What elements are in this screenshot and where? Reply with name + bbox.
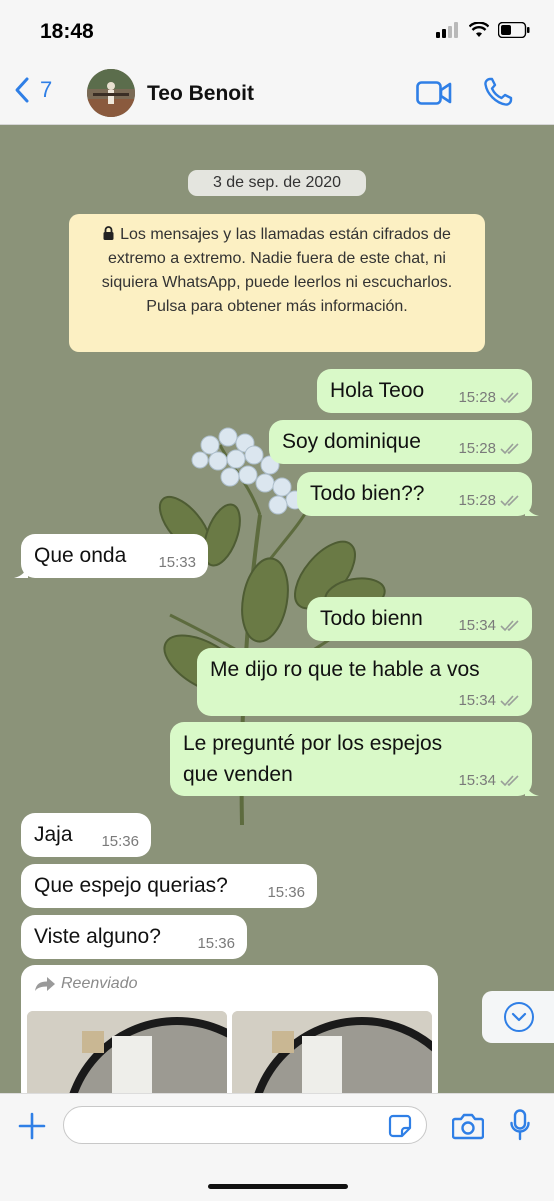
message-text: Que onda [34, 544, 127, 567]
camera-icon[interactable] [452, 1112, 484, 1140]
double-check-icon [500, 494, 519, 506]
wifi-icon [469, 22, 489, 37]
video-call-icon[interactable] [416, 80, 452, 106]
unread-count: 7 [40, 77, 53, 102]
avatar[interactable] [87, 69, 135, 117]
message-text: Viste alguno? [34, 925, 161, 948]
contact-name[interactable]: Teo Benoit [147, 82, 254, 106]
chat-area[interactable]: 3 de sep. de 2020 Los mensajes y las lla… [0, 125, 554, 1093]
double-check-icon [500, 391, 519, 403]
message-text: Hola Teoo [330, 379, 425, 402]
message-time: 15:36 [267, 884, 305, 901]
back-button[interactable]: 7 [14, 76, 52, 104]
message-time: 15:28 [458, 389, 496, 406]
avatar-image [87, 69, 135, 117]
scroll-to-bottom-button[interactable] [482, 991, 554, 1043]
status-icons [436, 22, 530, 38]
message-time: 15:28 [458, 492, 496, 509]
message-text: Todo bienn [320, 607, 423, 630]
forwarded-media-message[interactable]: Reenviado [21, 965, 438, 1093]
message-bubble[interactable]: Todo bienn 15:34 [307, 597, 532, 641]
message-time: 15:28 [458, 440, 496, 457]
plus-icon[interactable] [18, 1112, 46, 1140]
message-time: 15:36 [197, 935, 235, 952]
status-time: 18:48 [40, 20, 94, 43]
bubble-tail [525, 502, 539, 516]
message-text: Me dijo ro que te hable a vos [210, 658, 480, 681]
message-bubble[interactable]: Que onda 15:33 [14, 534, 208, 578]
chevron-down-circle-icon [504, 1002, 534, 1032]
encryption-notice-text: Los mensajes y las llamadas están cifrad… [101, 226, 453, 315]
message-text: Soy dominique [282, 430, 421, 453]
message-time: 15:34 [458, 772, 496, 789]
home-indicator [208, 1184, 348, 1189]
bubble-tail [525, 782, 539, 796]
status-bar: 18:48 [0, 0, 554, 62]
message-text: Todo bien?? [310, 482, 425, 505]
message-time: 15:33 [158, 554, 196, 571]
message-text: Que espejo querias? [34, 874, 228, 897]
message-time: 15:34 [458, 617, 496, 634]
date-separator: 3 de sep. de 2020 [188, 170, 366, 196]
sticker-icon[interactable] [388, 1114, 412, 1138]
message-bubble[interactable]: Que espejo querias? 15:36 [21, 864, 317, 908]
message-bubble[interactable]: Jaja 15:36 [21, 813, 151, 857]
photo-thumbnail[interactable] [27, 1011, 227, 1093]
bubble-tail [14, 564, 28, 578]
photo-thumbnail[interactable] [232, 1011, 432, 1093]
message-bubble[interactable]: Me dijo ro que te hable a vos 15:34 [197, 648, 532, 716]
double-check-icon [500, 619, 519, 631]
composer-bar [0, 1093, 554, 1201]
phone-call-icon[interactable] [483, 77, 513, 107]
message-bubble[interactable]: Le pregunté por los espejos que venden 1… [170, 722, 539, 796]
message-bubble[interactable]: Soy dominique 15:28 [269, 420, 532, 464]
chat-header: 7 Teo Benoit [0, 62, 554, 125]
lock-icon [103, 226, 114, 240]
message-text: Le pregunté por los espejos que venden [183, 732, 443, 786]
message-bubble[interactable]: Hola Teoo 15:28 [317, 369, 532, 413]
message-time: 15:36 [101, 833, 139, 850]
message-bubble[interactable]: Viste alguno? 15:36 [21, 915, 247, 959]
forward-arrow-icon [35, 977, 55, 991]
chevron-left-icon [15, 77, 29, 103]
forwarded-label: Reenviado [35, 975, 138, 993]
message-time: 15:34 [458, 692, 496, 709]
message-input[interactable] [63, 1106, 427, 1144]
microphone-icon[interactable] [510, 1109, 530, 1141]
encryption-notice[interactable]: Los mensajes y las llamadas están cifrad… [69, 214, 485, 352]
double-check-icon [500, 694, 519, 706]
double-check-icon [500, 442, 519, 454]
battery-icon [498, 22, 530, 38]
double-check-icon [500, 774, 519, 786]
message-text: Jaja [34, 823, 73, 846]
signal-icon [436, 22, 458, 38]
message-bubble[interactable]: Todo bien?? 15:28 [297, 472, 539, 516]
